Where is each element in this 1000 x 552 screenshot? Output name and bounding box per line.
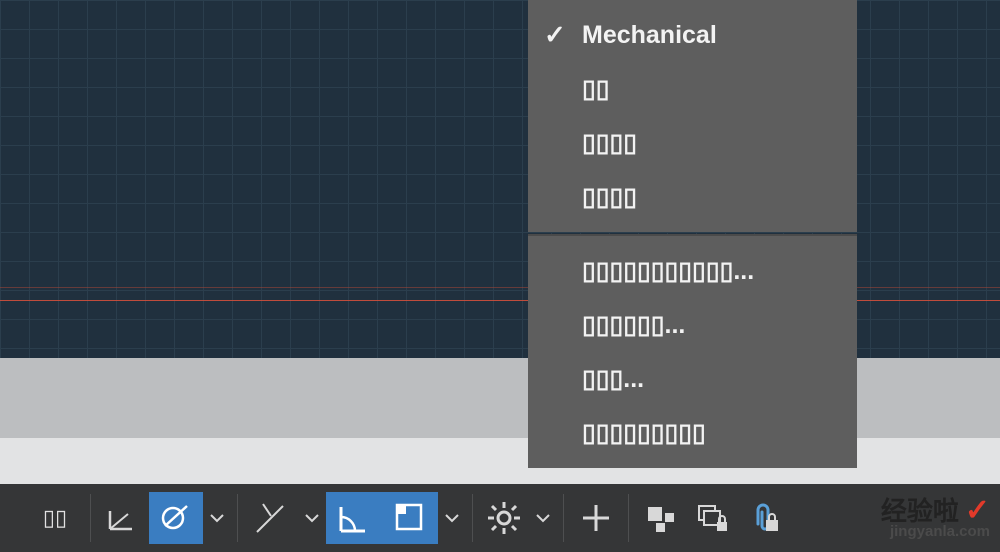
lineweight-icon [393,501,427,535]
menu-item-label: ▯▯▯▯▯▯▯▯▯ [582,418,706,448]
settings-dropdown[interactable] [529,492,557,544]
divider [90,494,91,542]
layer-lock-icon [695,500,731,536]
menu-item-label: Mechanical [582,21,717,50]
menu-item[interactable]: ▯▯ [528,62,857,116]
attach-button[interactable] [739,492,789,544]
menu-item[interactable]: ✓ Mechanical [528,8,857,62]
watermark-name: 经验啦 [881,498,959,524]
menu-item-label: ▯▯▯▯▯▯... [582,310,685,340]
menu-item[interactable]: ▯▯▯▯ [528,170,857,224]
attach-icon [746,500,782,536]
menu-item-label: ▯▯▯▯▯▯▯▯▯▯▯... [582,256,754,286]
watermark: 经验啦 ✓ jingyanla.com [881,496,990,539]
otrack-icon [253,500,289,536]
chevron-down-icon [444,510,460,526]
layer-lock-button[interactable] [687,492,739,544]
otrack-dropdown[interactable] [298,492,326,544]
settings-button[interactable] [479,492,529,544]
divider [472,494,473,542]
menu-item-label: ▯▯▯... [582,364,644,394]
lineweight-toggle[interactable] [382,492,438,544]
menu-section: ✓ Mechanical ▯▯ ▯▯▯▯ ▯▯▯▯ [528,0,857,232]
divider [628,494,629,542]
polar-toggle[interactable] [326,492,382,544]
osnap-toggle[interactable] [149,492,203,544]
gear-icon [486,500,522,536]
watermark-check-icon: ✓ [965,496,990,526]
menu-item[interactable]: ▯▯▯... [528,352,857,406]
layout-icon [644,501,678,535]
menu-item[interactable]: ▯▯▯▯▯▯... [528,298,857,352]
chevron-down-icon [209,510,225,526]
watermark-domain: jingyanla.com [881,524,990,539]
divider [237,494,238,542]
menu-item[interactable]: ▯▯▯▯ [528,116,857,170]
chevron-down-icon [535,510,551,526]
check-icon: ✓ [544,20,566,51]
grid-toggle[interactable] [97,492,149,544]
model-space-label: ▯▯ [43,505,67,531]
plus-icon [579,501,613,535]
menu-item-label: ▯▯▯▯ [582,128,637,158]
menu-item[interactable]: ▯▯▯▯▯▯▯▯▯ [528,406,857,460]
osnap-icon [159,501,193,535]
annotation-scale-menu: ✓ Mechanical ▯▯ ▯▯▯▯ ▯▯▯▯ ▯▯▯▯▯▯▯▯▯▯▯...… [528,0,857,468]
lineweight-dropdown[interactable] [438,492,466,544]
status-bar: ▯▯ [0,484,1000,552]
menu-item-label: ▯▯▯▯ [582,182,637,212]
chevron-down-icon [304,510,320,526]
model-space-button[interactable]: ▯▯ [26,492,84,544]
divider [563,494,564,542]
layout-button[interactable] [635,492,687,544]
menu-section: ▯▯▯▯▯▯▯▯▯▯▯... ▯▯▯▯▯▯... ▯▯▯... ▯▯▯▯▯▯▯▯… [528,234,857,468]
polar-icon [337,501,371,535]
angle-icon [106,501,140,535]
add-button[interactable] [570,492,622,544]
menu-item[interactable]: ▯▯▯▯▯▯▯▯▯▯▯... [528,244,857,298]
menu-item-label: ▯▯ [582,74,610,104]
otrack-toggle[interactable] [244,492,298,544]
osnap-dropdown[interactable] [203,492,231,544]
